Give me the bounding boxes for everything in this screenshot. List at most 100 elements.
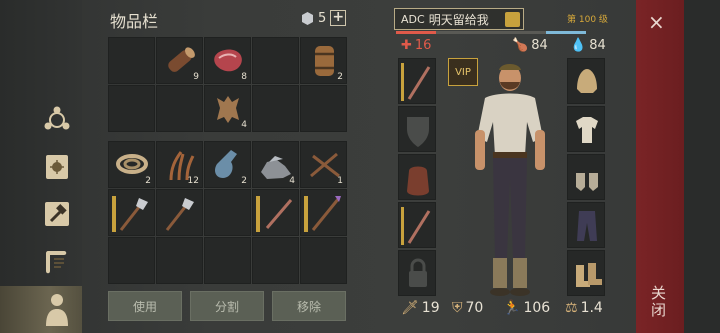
locked-slot[interactable] [398,250,436,296]
gloves-icon [576,173,598,191]
coin-counter: 5 + [301,10,347,26]
slot-quantity: 12 [187,176,199,186]
inventory-slot-flask[interactable]: 2 [204,141,251,188]
speed-stat: 🏃 106 [503,300,550,316]
slot-quantity: 4 [241,120,247,130]
speed-icon: 🏃 [503,300,521,316]
knife-icon [401,207,431,245]
coin-icon [302,11,313,25]
inventory-slot-spear[interactable] [300,189,347,236]
slot-quantity: 1 [337,176,343,186]
inventory-slot[interactable] [156,237,203,284]
use-button[interactable]: 使用 [108,291,182,321]
shield-slot[interactable] [398,106,436,152]
bag-slot[interactable] [398,154,436,200]
pants-icon [577,211,597,241]
attack-icon: 🗡 [401,300,419,316]
close-icon[interactable]: × [648,10,665,34]
inventory-slot-stone-axe[interactable] [156,189,203,236]
character-level: 第 100 级 [567,15,608,25]
inventory-slot[interactable] [108,237,155,284]
health-stat: ✚ 16 [401,38,431,53]
weight-stat: ⚖ 1.4 [565,300,603,316]
knife-icon [256,196,293,232]
close-label[interactable]: 关闭 [648,285,669,319]
slot-quantity: 2 [241,176,247,186]
rename-feather-icon[interactable] [505,12,520,27]
split-button[interactable]: 分割 [190,291,264,321]
status-bars [396,31,616,35]
inventory-slot-barrel[interactable]: 2 [300,37,347,84]
remove-button[interactable]: 移除 [272,291,346,321]
shirt-icon [576,117,598,143]
crafting-hammer-icon[interactable] [40,197,74,231]
health-value: 16 [414,38,432,53]
close-panel[interactable] [636,0,684,333]
inventory-slot-knife[interactable] [252,189,299,236]
bag-icon [407,166,429,196]
inventory-slot-rope[interactable]: 2 [108,141,155,188]
character-name-bar: ADC 明天留给我 [394,8,524,30]
lock-icon [409,258,427,287]
slot-quantity: 4 [289,176,295,186]
speed-value: 106 [523,300,551,316]
inventory-slot-sticks[interactable]: 1 [300,141,347,188]
skills-book-icon[interactable] [40,150,74,184]
health-icon: ✚ [401,38,412,53]
hunger-stat: 🍗 84 [512,38,548,53]
weight-value: 1.4 [580,300,603,316]
inventory-grid-top: 9 8 2 4 [108,37,348,133]
hood-icon [577,69,597,93]
right-margin [684,0,720,333]
inventory-slot[interactable] [204,189,251,236]
attack-value: 19 [421,300,440,316]
inventory-slot[interactable] [252,37,299,84]
pants-slot[interactable] [567,202,605,248]
inventory-title: 物品栏 [110,12,159,31]
add-coin-button[interactable]: + [330,10,347,26]
attack-stat: 🗡 19 [401,300,440,316]
spear-icon [304,196,341,232]
chest-slot[interactable] [567,106,605,152]
inventory-slot[interactable] [108,37,155,84]
inventory-slot[interactable] [156,85,203,132]
offhand-slot[interactable] [398,202,436,248]
inventory-slot-stone-axe[interactable] [108,189,155,236]
coin-count: 5 [318,10,327,26]
thirst-stat: 💧 84 [570,38,606,53]
character-model [475,64,545,296]
slot-quantity: 9 [193,72,199,82]
inventory-slot[interactable] [252,85,299,132]
stone-axe-icon [112,196,148,232]
inventory-slot-log[interactable]: 9 [156,37,203,84]
thirst-value: 84 [589,38,606,53]
inventory-grid-bottom: 2 12 2 4 1 [108,141,348,285]
slot-quantity: 2 [337,72,343,82]
sword-icon [401,63,431,101]
gloves-slot[interactable] [567,154,605,200]
helmet-slot[interactable] [567,58,605,104]
weapon-slot[interactable] [398,58,436,104]
clan-tag: ADC [401,12,425,26]
defense-value: 70 [465,300,484,316]
hunger-value: 84 [531,38,548,53]
boots-icon [576,263,602,287]
inventory-slot[interactable] [252,237,299,284]
inventory-slot[interactable] [300,85,347,132]
left-nav [0,0,82,333]
inventory-slot-meat[interactable]: 8 [204,37,251,84]
boots-slot[interactable] [567,250,605,296]
character-name: 明天留给我 [428,12,489,27]
inventory-slot-hide[interactable]: 4 [204,85,251,132]
inventory-slot[interactable] [108,85,155,132]
tribe-icon[interactable] [40,103,74,137]
slot-quantity: 2 [145,176,151,186]
inventory-slot-fiber[interactable]: 12 [156,141,203,188]
inventory-slot[interactable] [300,237,347,284]
map-scroll-icon[interactable] [40,244,74,278]
inventory-slot-ore[interactable]: 4 [252,141,299,188]
inventory-slot[interactable] [204,237,251,284]
character-icon[interactable] [40,292,74,326]
thirst-icon: 💧 [570,38,587,53]
weight-icon: ⚖ [565,300,578,316]
